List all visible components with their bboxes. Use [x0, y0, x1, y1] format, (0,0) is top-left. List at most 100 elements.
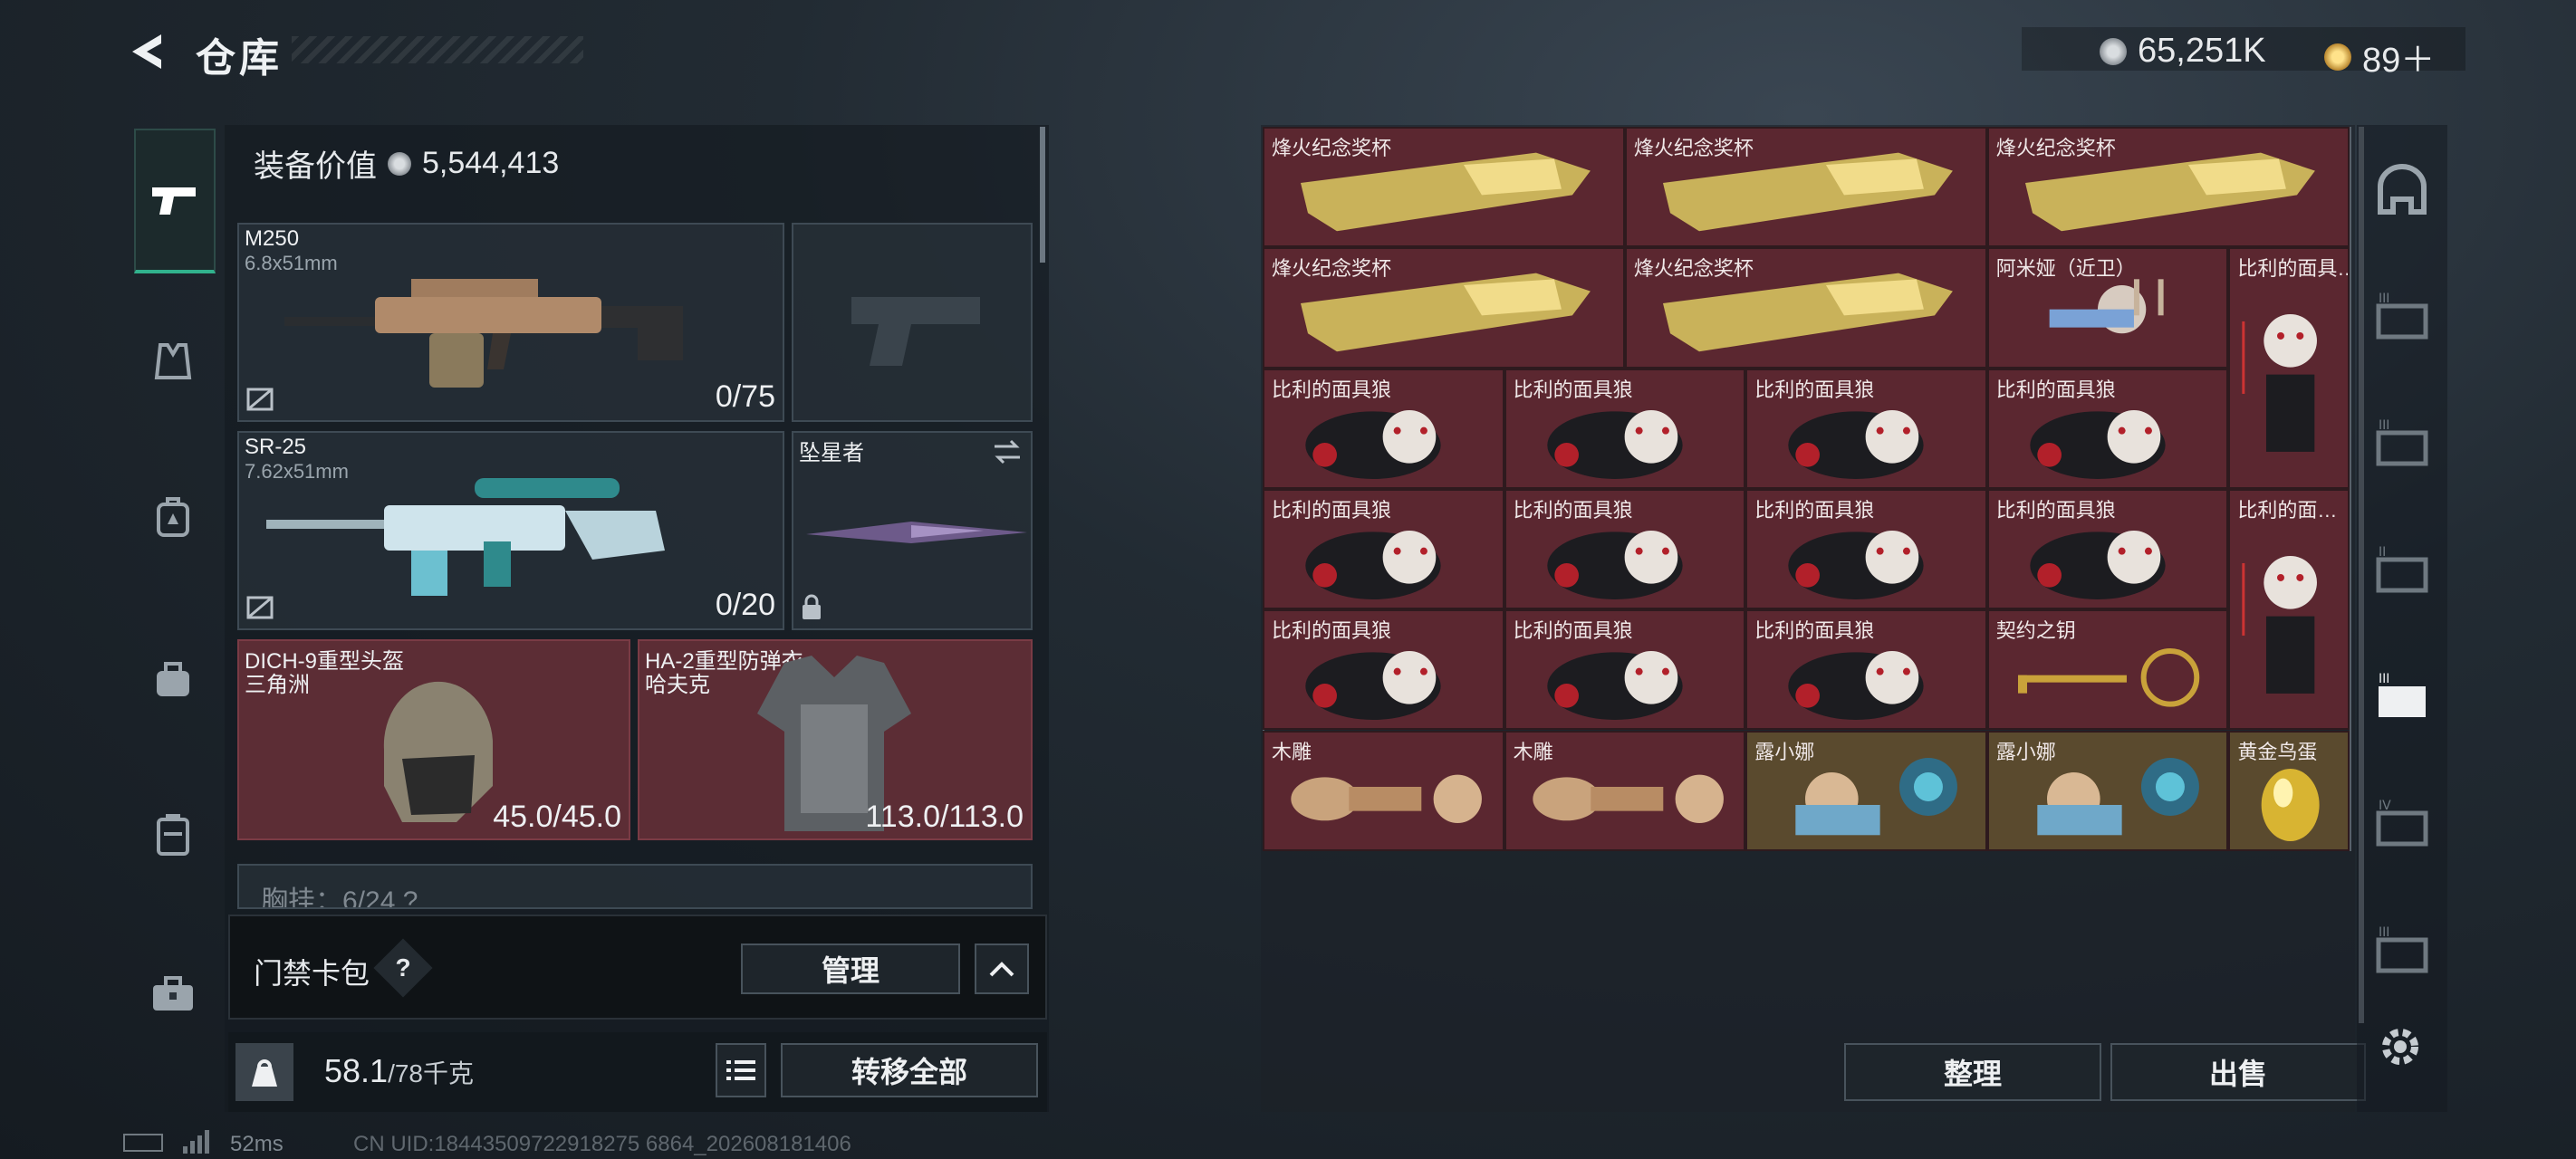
stash-item-doll[interactable]: 比利的面具狼: [1263, 368, 1504, 489]
silver-currency[interactable]: 65,251K: [2100, 32, 2266, 71]
stash-item-doll[interactable]: 比利的面具狼: [1986, 488, 2229, 610]
tab-toolbox[interactable]: [134, 954, 212, 1032]
stash-page-icon: III: [2376, 925, 2428, 973]
stash-item-label: 比利的面具狼: [1754, 378, 1875, 401]
stash-page-icon: III: [2376, 418, 2428, 466]
sort-button[interactable]: 整理: [1844, 1043, 2101, 1101]
stash-item-doll[interactable]: 比利的面具狼: [1986, 368, 2229, 489]
armor-slot[interactable]: HA-2重型防弹衣 哈夫克 113.0/113.0: [638, 639, 1033, 840]
stash-item-label: 烽火纪念奖杯: [1995, 137, 2116, 159]
secondary-weapon-slot[interactable]: SR-25 7.62x51mm 0/20: [237, 431, 784, 630]
secondary-ammo-count: 0/20: [715, 588, 775, 622]
melee-slot[interactable]: 坠星者: [792, 431, 1033, 630]
stash-item-label: 比利的面具狼: [1272, 378, 1392, 401]
pistol-placeholder-icon: [851, 297, 980, 366]
help-icon[interactable]: ?: [382, 947, 424, 989]
manage-button[interactable]: 管理: [741, 943, 960, 994]
settings-button[interactable]: [2375, 1021, 2429, 1076]
stash-item-doll[interactable]: 比利的面具狼: [1745, 609, 1987, 731]
stash-item-trophy[interactable]: 烽火纪念奖杯: [1986, 127, 2350, 248]
stash-item-doll[interactable]: 比利的面具狼: [1504, 368, 1746, 489]
silver-coin-icon: [388, 151, 411, 176]
stash-item-label: 比利的面具狼: [1513, 619, 1633, 643]
tab-case[interactable]: [134, 795, 212, 873]
stash-item-label: 烽火纪念奖杯: [1272, 257, 1392, 281]
stash-item-label: 比利的面具…: [2237, 257, 2350, 281]
stash-item-egg[interactable]: 黄金鸟蛋: [2228, 730, 2350, 851]
stash-item-label: 木雕: [1272, 740, 1312, 763]
stash-tab-3c[interactable]: III: [2375, 924, 2429, 978]
stash-tab-2[interactable]: II: [2375, 543, 2429, 598]
stash-tab-active[interactable]: III: [2375, 670, 2429, 724]
stash-item-trophy[interactable]: 烽火纪念奖杯: [1263, 247, 1625, 369]
stash-item-label: 契约之钥: [1995, 619, 2076, 643]
stash-item-label: 木雕: [1513, 740, 1553, 763]
helmet-slot[interactable]: DICH-9重型头盔 三角洲 45.0/45.0: [237, 639, 630, 840]
stash-item-doll-tall[interactable]: 比利的面…: [2228, 488, 2350, 731]
safe-icon: [2378, 164, 2427, 215]
stash-item-carving[interactable]: 木雕: [1263, 730, 1504, 851]
stash-item-doll[interactable]: 比利的面具狼: [1504, 609, 1746, 731]
stash-item-doll[interactable]: 比利的面具狼: [1745, 488, 1987, 610]
tab-backpack[interactable]: [134, 478, 212, 556]
stash-item-carving[interactable]: 木雕: [1504, 730, 1746, 851]
machine-gun-icon: [284, 279, 683, 388]
stash-page-icon: IV: [2376, 799, 2428, 847]
armor-maker: 哈夫克: [645, 673, 710, 697]
stash-item-trophy[interactable]: 烽火纪念奖杯: [1624, 127, 1987, 248]
stash-item-key[interactable]: 契约之钥: [1986, 609, 2229, 731]
stash-tab-3[interactable]: III: [2375, 290, 2429, 344]
tab-weapons[interactable]: [134, 129, 216, 273]
stash-item-plush[interactable]: 露小娜: [1745, 730, 1987, 851]
stash-tab-4[interactable]: IV: [2375, 797, 2429, 851]
primary-weapon-slot[interactable]: M250 6.8x51mm 0/75: [237, 223, 784, 422]
swap-icon[interactable]: [991, 438, 1024, 465]
sell-button[interactable]: 出售: [2110, 1043, 2366, 1101]
tab-bag[interactable]: [134, 639, 212, 717]
stash-item-doll[interactable]: 比利的面具狼: [1504, 488, 1746, 610]
stash-item-label: 露小娜: [1754, 740, 1815, 763]
stash-tab-all[interactable]: [2375, 163, 2429, 217]
stash-item-label: 比利的面具狼: [1995, 498, 2116, 522]
stash-item-trophy[interactable]: 烽火纪念奖杯: [1263, 127, 1625, 248]
equipment-value-label: 装备价值: [254, 149, 377, 184]
lock-icon: [803, 594, 821, 619]
equipment-value: 装备价值 5,544,413: [254, 141, 559, 186]
stash-item-doll[interactable]: 比利的面具狼: [1263, 488, 1504, 610]
equipment-value-amount: 5,544,413: [422, 146, 560, 180]
svg-text:IV: IV: [2379, 799, 2391, 813]
stash-item-doll[interactable]: 比利的面具狼: [1745, 368, 1987, 489]
vest-icon: [154, 343, 192, 379]
stash-item-doll[interactable]: 比利的面具狼: [1263, 609, 1504, 731]
helmet-icon: [383, 681, 493, 822]
tab-vest[interactable]: [134, 322, 212, 400]
stash-item-label: 比利的面具狼: [1754, 619, 1875, 643]
keycard-pack-label: 门禁卡包: [254, 957, 370, 990]
no-attachment-icon: [246, 388, 274, 411]
gold-currency[interactable]: 89＋: [2324, 32, 2435, 81]
stash-item-figure[interactable]: 阿米娅（近卫）: [1986, 247, 2229, 369]
page-title: 仓库: [196, 36, 283, 81]
stash-tab-3b[interactable]: III: [2375, 417, 2429, 471]
list-icon: [726, 1060, 755, 1080]
stash-item-doll-tall[interactable]: 比利的面具…: [2228, 247, 2350, 489]
stash-page-icon: III: [2376, 292, 2428, 340]
stash-item-plush[interactable]: 露小娜: [1986, 730, 2229, 851]
weight-current: 58.1: [324, 1052, 389, 1089]
stash-item-label: 比利的面具狼: [1513, 498, 1633, 522]
chest-rig-slot[interactable]: 胸挂：6/24 ?: [237, 864, 1033, 909]
transfer-all-button[interactable]: 转移全部: [781, 1043, 1038, 1097]
collapse-button[interactable]: [975, 943, 1029, 994]
bag-icon: [157, 662, 189, 696]
list-view-button[interactable]: [716, 1043, 766, 1097]
back-button[interactable]: [125, 31, 167, 72]
stash-item-label: 比利的面具狼: [1272, 619, 1392, 643]
pistol-icon: [152, 187, 196, 215]
title-decoration: [292, 36, 583, 63]
chevron-up-icon: [989, 962, 1014, 977]
stash-item-label: 阿米娅（近卫）: [1995, 257, 2136, 281]
loadout-scrollbar[interactable]: [1040, 127, 1045, 263]
stash-item-trophy[interactable]: 烽火纪念奖杯: [1624, 247, 1987, 369]
sidearm-slot[interactable]: [792, 223, 1033, 422]
helmet-maker: 三角洲: [245, 673, 310, 697]
